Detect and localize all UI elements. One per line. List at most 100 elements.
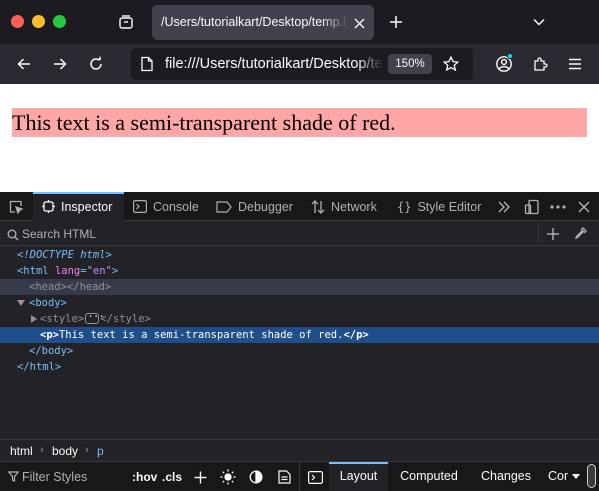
tab-style-editor[interactable]: {} Style Editor	[397, 192, 481, 221]
html-open-tag: <html	[17, 265, 49, 277]
breadcrumb: html › body › p	[0, 439, 599, 461]
url-bar[interactable]: file:///Users/tutorialkart/Desktop/temp.…	[131, 48, 473, 80]
body-expand-twisty-icon[interactable]	[17, 300, 25, 306]
p-text: This text is a semi-transparent shade of…	[58, 329, 344, 341]
markup-tree: <!DOCTYPE html> <html lang="en"> <head><…	[0, 247, 599, 437]
tab-console[interactable]: Console	[133, 192, 199, 221]
tab-title: /Users/tutorialkart/Desktop/temp.html	[161, 15, 349, 29]
devtools-toolbar: Inspector Console Debugger Network {} St…	[0, 192, 599, 221]
p-close-tag: </p>	[343, 329, 369, 341]
hover-states-toggle[interactable]: :hov	[132, 470, 157, 484]
tab-console-label: Console	[153, 199, 199, 214]
markup-line-style[interactable]: <style> </style>	[0, 309, 599, 327]
add-node-icon[interactable]	[546, 227, 560, 246]
inspector-icon	[42, 200, 55, 213]
markup-line-html[interactable]: <html lang="en">	[0, 263, 599, 279]
tab-network-label: Network	[331, 199, 377, 214]
tab-close-icon[interactable]	[351, 15, 367, 31]
search-html-input[interactable]	[22, 225, 522, 243]
devtools-options-icon[interactable]	[548, 197, 568, 217]
html-node: <html lang="en">	[17, 263, 118, 279]
list-all-tabs-icon[interactable]	[527, 10, 551, 34]
breadcrumb-html[interactable]: html	[10, 444, 33, 458]
collapsed-content-ellipsis-icon[interactable]	[85, 309, 104, 325]
firefox-view-icon[interactable]	[114, 10, 138, 34]
element-picker-icon[interactable]	[6, 197, 26, 217]
bookmark-star-icon[interactable]	[442, 55, 460, 72]
print-media-icon[interactable]	[275, 468, 293, 486]
back-arrow-icon[interactable]	[12, 52, 36, 76]
forward-arrow-icon[interactable]	[48, 52, 72, 76]
breadcrumb-body[interactable]: body	[52, 444, 78, 458]
tab-network[interactable]: Network	[311, 192, 377, 221]
markup-line-p[interactable]: <p>This text is a semi-transparent shade…	[0, 327, 599, 343]
markup-line-body-close[interactable]: </body>	[0, 343, 599, 359]
network-icon	[311, 199, 325, 214]
new-tab-icon[interactable]	[384, 10, 408, 34]
window-maximize-button[interactable]	[53, 15, 66, 28]
tab-changes[interactable]: Changes	[471, 462, 541, 491]
filter-icon	[7, 471, 20, 485]
classes-toggle[interactable]: .cls	[162, 470, 182, 484]
tab-layout[interactable]: Layout	[329, 462, 388, 491]
style-editor-icon: {}	[397, 199, 412, 214]
html-close-tag: </html>	[17, 361, 62, 373]
doctype-node: <!DOCTYPE html>	[17, 249, 112, 261]
rules-toolbar: :hov .cls	[0, 461, 599, 491]
search-icon	[7, 228, 19, 246]
window-close-button[interactable]	[11, 15, 24, 28]
body-open-tag: <body>	[29, 297, 67, 309]
tab-debugger[interactable]: Debugger	[216, 192, 293, 221]
debugger-icon	[216, 200, 232, 213]
light-theme-sun-icon[interactable]	[219, 468, 237, 486]
markup-search-row	[0, 222, 599, 246]
eyedropper-icon[interactable]	[574, 226, 588, 245]
dark-theme-contrast-icon[interactable]	[247, 468, 265, 486]
hamburger-menu-icon[interactable]	[563, 52, 587, 76]
breadcrumb-separator-icon: ›	[40, 444, 44, 456]
tab-strip: /Users/tutorialkart/Desktop/temp.html	[0, 0, 599, 44]
tab-inspector[interactable]: Inspector	[33, 192, 124, 221]
html-attr-name: lang	[54, 265, 81, 277]
close-devtools-icon[interactable]	[574, 197, 594, 217]
rules-bar-divider	[299, 462, 300, 491]
semi-transparent-paragraph: This text is a semi-transparent shade of…	[12, 108, 587, 137]
head-node: <head></head>	[29, 281, 112, 293]
p-node: <p>This text is a semi-transparent shade…	[40, 327, 369, 343]
html-attr-value: "en"	[86, 265, 112, 277]
navigation-toolbar: file:///Users/tutorialkart/Desktop/temp.…	[0, 44, 599, 84]
responsive-design-icon[interactable]	[522, 197, 542, 217]
p-open-tag: <p>	[40, 329, 59, 341]
browser-tab[interactable]: /Users/tutorialkart/Desktop/temp.html	[152, 5, 374, 40]
more-tools-chevron-icon[interactable]	[494, 197, 514, 217]
filter-styles-input[interactable]	[22, 469, 122, 485]
tab-inspector-label: Inspector	[61, 199, 113, 214]
console-icon	[133, 200, 147, 213]
account-icon[interactable]	[492, 52, 516, 76]
style-close-tag: </style>	[100, 313, 151, 325]
toggle-side-panel-icon[interactable]	[306, 468, 324, 486]
window-minimize-button[interactable]	[32, 15, 45, 28]
style-expand-twisty-icon[interactable]	[31, 315, 37, 323]
panel-tabs-dropdown-icon[interactable]	[572, 474, 580, 479]
reload-icon[interactable]	[84, 52, 108, 76]
notification-dot	[507, 53, 513, 59]
markup-line-head[interactable]: <head></head>	[0, 279, 599, 295]
zoom-level-button[interactable]: 150%	[388, 54, 432, 74]
markup-line-html-close[interactable]: </html>	[0, 359, 599, 375]
page-viewport: This text is a semi-transparent shade of…	[0, 84, 599, 192]
breadcrumb-p[interactable]: p	[97, 444, 104, 458]
tab-debugger-label: Debugger	[238, 199, 293, 214]
devtools-panel: Inspector Console Debugger Network {} St…	[0, 192, 599, 491]
markup-line-doctype[interactable]: <!DOCTYPE html>	[0, 247, 599, 263]
url-text[interactable]: file:///Users/tutorialkart/Desktop/temp.…	[165, 56, 383, 72]
tab-computed[interactable]: Computed	[391, 462, 467, 491]
body-close-tag: </body>	[29, 345, 74, 357]
extensions-icon[interactable]	[528, 52, 552, 76]
page-info-icon[interactable]	[140, 56, 156, 72]
style-node: <style> </style>	[40, 309, 151, 327]
add-rule-icon[interactable]	[191, 468, 209, 486]
tab-compatibility[interactable]: Compatibility	[548, 462, 568, 491]
panel-scrollbar-thumb[interactable]	[587, 464, 596, 488]
breadcrumb-separator-icon: ›	[85, 444, 89, 456]
